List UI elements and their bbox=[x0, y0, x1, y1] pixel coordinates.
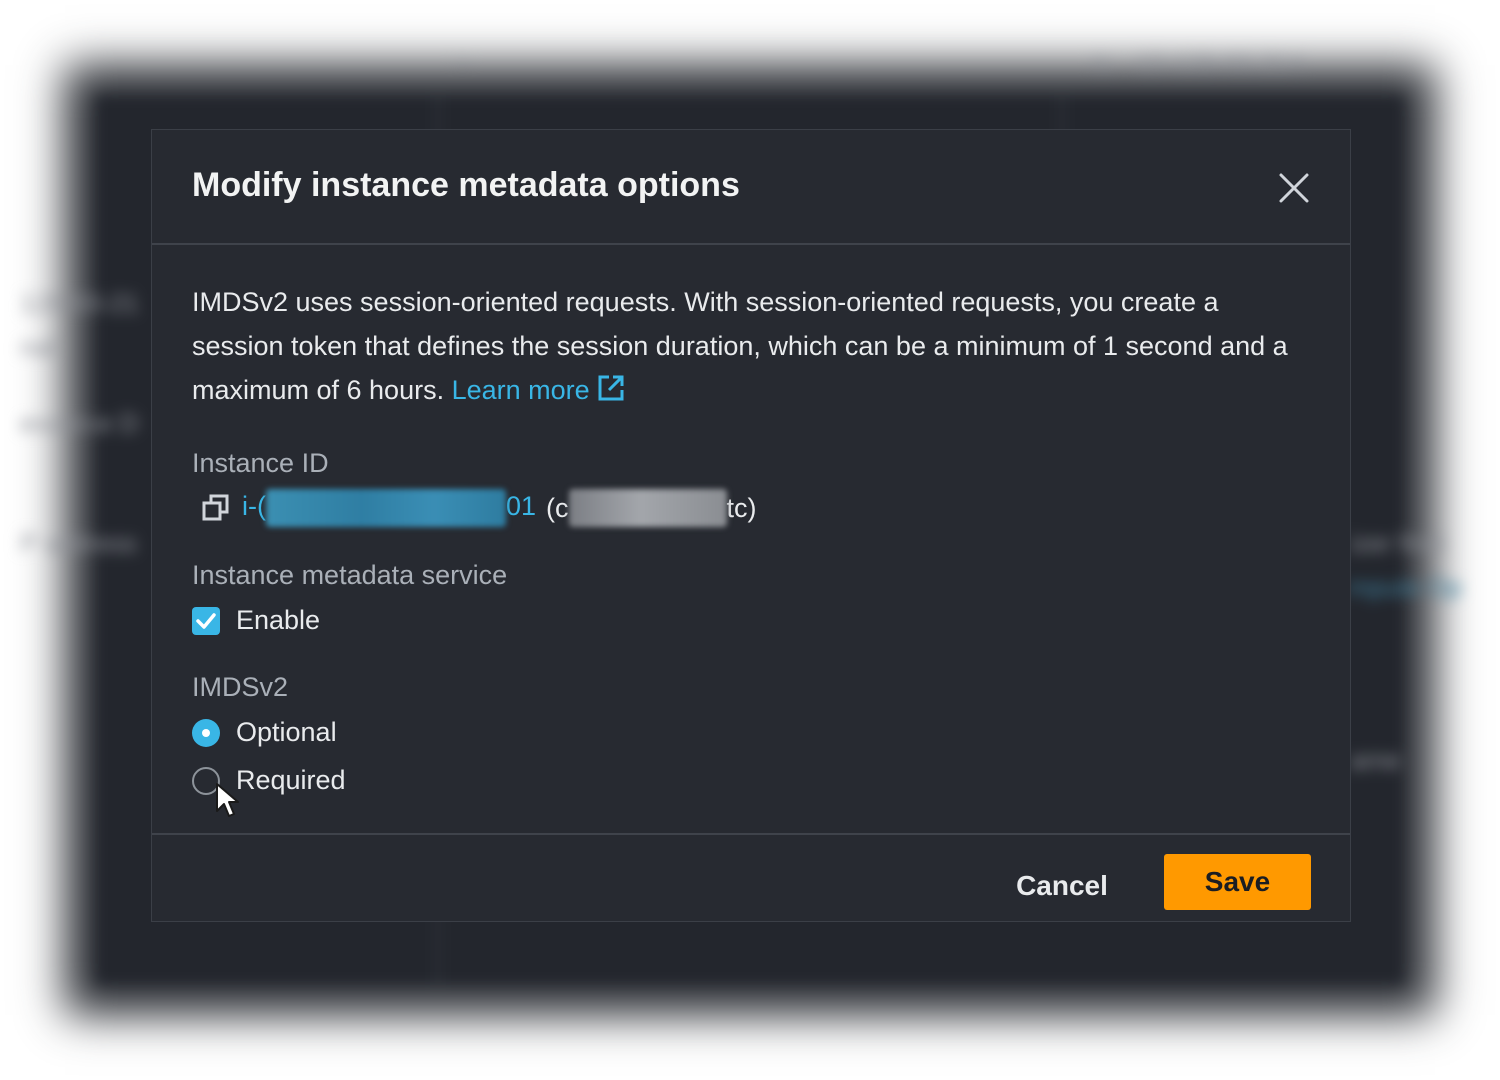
redacted-instance-id bbox=[265, 489, 506, 527]
learn-more-link[interactable]: Learn more bbox=[452, 375, 626, 405]
metadata-service-label: Instance metadata service bbox=[192, 560, 508, 590]
learn-more-label: Learn more bbox=[451, 375, 590, 405]
background-snippet: 128-93-21 bbox=[20, 288, 139, 318]
copy-icon[interactable] bbox=[200, 492, 232, 524]
background-copy-icon: ⧉ bbox=[1092, 48, 1111, 78]
cancel-button[interactable]: Cancel bbox=[992, 859, 1132, 913]
instance-name-open: (c bbox=[546, 492, 569, 523]
redacted-instance-name bbox=[568, 489, 727, 527]
enable-checkbox-row[interactable]: Enable bbox=[192, 605, 320, 636]
modal-description: IMDSv2 uses session-oriented requests. W… bbox=[192, 287, 1288, 405]
background-ip-address: 10.128.93.214 bbox=[1137, 48, 1304, 78]
instance-id-link[interactable]: i-( 01 bbox=[242, 489, 536, 527]
instance-id-row: i-( 01 (c tc) bbox=[200, 488, 757, 528]
instance-id-suffix: 01 bbox=[505, 491, 537, 522]
optional-radio[interactable] bbox=[192, 718, 220, 747]
background-snippet: ame bbox=[1350, 745, 1401, 775]
modal-description-block: IMDSv2 uses session-oriented requests. W… bbox=[192, 280, 1292, 412]
modal-title: Modify instance metadata options bbox=[192, 166, 740, 204]
background-dash: – bbox=[455, 44, 470, 74]
background-snippet: nal bbox=[20, 332, 55, 362]
imdsv2-label: IMDSv2 bbox=[192, 672, 289, 702]
modal-footer: Cancel Save bbox=[152, 833, 1350, 923]
external-link-icon bbox=[598, 375, 624, 401]
modal-header: Modify instance metadata options bbox=[152, 130, 1350, 245]
check-icon bbox=[196, 612, 216, 629]
optional-label: Optional bbox=[236, 717, 337, 747]
required-label: Required bbox=[236, 765, 346, 795]
background-snippet: esource D bbox=[20, 408, 139, 438]
instance-id-label: Instance ID bbox=[192, 448, 329, 478]
enable-label: Enable bbox=[236, 605, 321, 635]
instance-id-prefix: i-( bbox=[242, 491, 266, 522]
close-button[interactable] bbox=[1274, 168, 1314, 208]
save-button[interactable]: Save bbox=[1164, 854, 1311, 910]
enable-checkbox[interactable] bbox=[192, 606, 220, 635]
metadata-options-modal: Modify instance metadata options IMDSv2 … bbox=[151, 129, 1351, 922]
background-snippet: P address bbox=[20, 528, 137, 558]
imdsv2-optional-option[interactable]: Optional bbox=[192, 717, 337, 748]
background-snippet: mpute Op bbox=[1348, 572, 1463, 602]
instance-name-close: tc) bbox=[726, 492, 757, 523]
close-icon bbox=[1279, 173, 1309, 203]
mouse-pointer-icon bbox=[216, 783, 239, 817]
background-snippet: izer findi bbox=[1350, 528, 1447, 558]
